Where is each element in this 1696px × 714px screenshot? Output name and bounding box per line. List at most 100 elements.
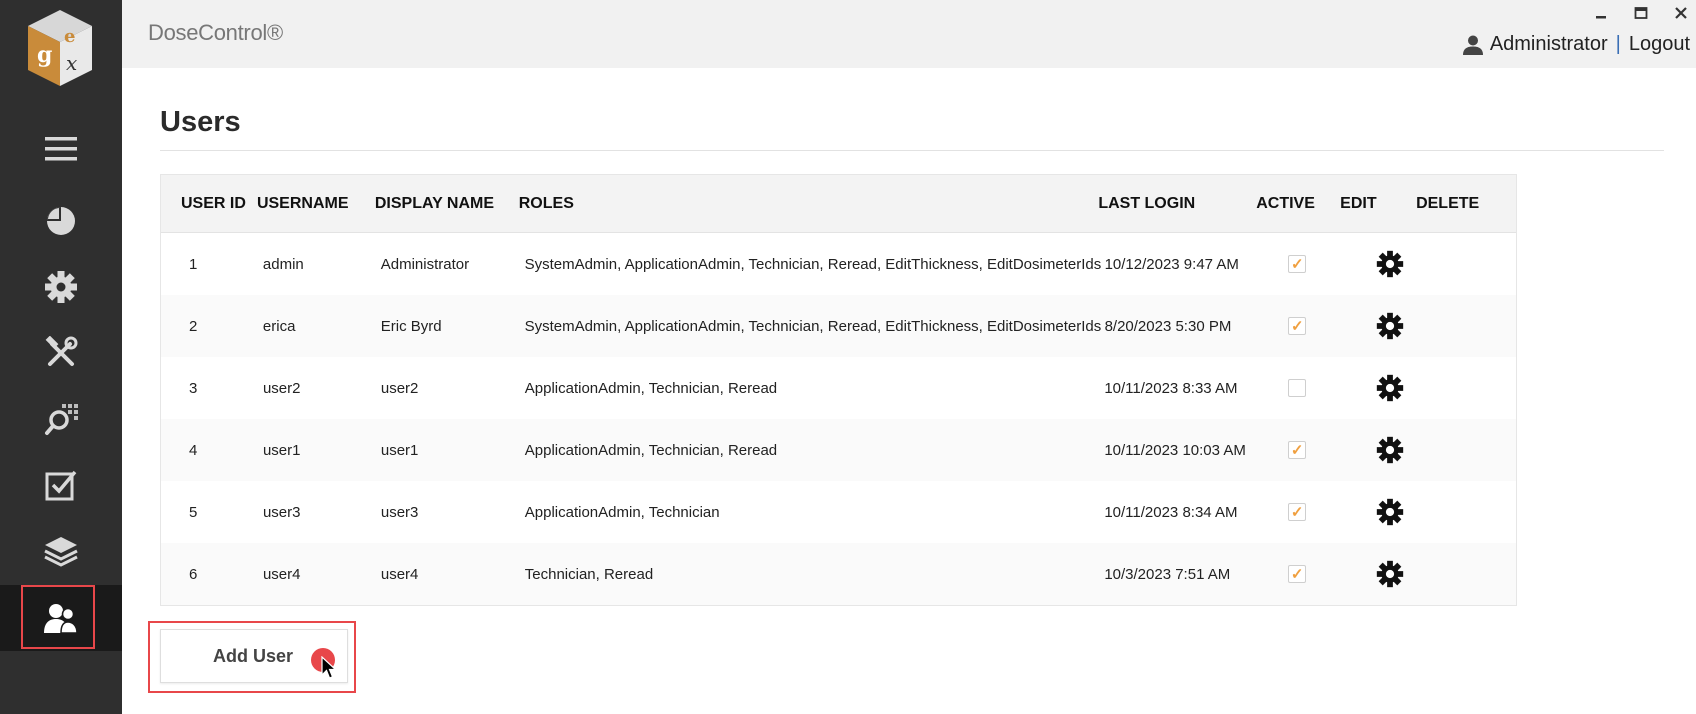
cell-user-id: 5 [189, 503, 198, 521]
users-table: USER ID USERNAME DISPLAY NAME ROLES LAST… [160, 174, 1517, 606]
cell-roles: ApplicationAdmin, Technician, Reread [524, 441, 778, 459]
search-grid-icon [45, 404, 78, 435]
edit-gear-icon[interactable] [1376, 312, 1404, 340]
cell-display-name: user4 [380, 565, 419, 583]
active-checkbox[interactable]: ✓ [1288, 503, 1307, 521]
cell-username: user1 [262, 441, 301, 459]
edit-gear-icon[interactable] [1376, 498, 1404, 526]
cell-last-login: 10/11/2023 8:34 AM [1104, 503, 1238, 521]
app-title: DoseControl® [148, 20, 283, 45]
header-display-name[interactable]: DISPLAY NAME [369, 195, 513, 213]
edit-gear-icon[interactable] [1376, 436, 1404, 464]
active-highlight [21, 585, 95, 649]
close-button[interactable] [1672, 4, 1690, 22]
cell-roles: SystemAdmin, ApplicationAdmin, Technicia… [524, 317, 1102, 335]
cell-roles: Technician, Reread [524, 565, 654, 583]
edit-gear-icon[interactable] [1376, 374, 1404, 402]
hamburger-icon [45, 137, 77, 161]
user-icon [1462, 35, 1483, 55]
tools-icon [45, 336, 78, 366]
user-area: Administrator | Logout [1462, 33, 1690, 56]
sidebar-item-layers[interactable] [0, 520, 122, 582]
maximize-icon [1634, 7, 1648, 19]
table-row[interactable]: 1 admin Administrator SystemAdmin, Applicat… [161, 233, 1516, 295]
table-row[interactable]: 3 user2 user2 ApplicationAdmin, Technician,… [161, 357, 1516, 419]
logo-letter-x: x [66, 51, 77, 75]
sidebar-item-tasks[interactable] [0, 454, 122, 516]
header-user-id[interactable]: USER ID [161, 195, 251, 213]
cell-username: admin [262, 255, 304, 273]
checkbox-icon [45, 470, 77, 501]
cell-user-id: 4 [189, 441, 198, 459]
cell-last-login: 10/12/2023 9:47 AM [1104, 255, 1239, 273]
header-delete: DELETE [1416, 194, 1480, 212]
cell-username: user4 [262, 565, 301, 583]
cell-user-id: 1 [189, 255, 198, 273]
active-checkbox[interactable]: ✓ [1288, 441, 1307, 459]
check-icon: ✓ [1290, 441, 1304, 459]
table-body: 1 admin Administrator SystemAdmin, Applicat… [161, 233, 1516, 605]
header-username[interactable]: USERNAME [251, 195, 369, 213]
header-edit: EDIT [1340, 194, 1377, 212]
check-icon: ✓ [1291, 255, 1304, 273]
cell-display-name: user2 [380, 379, 419, 397]
gear-icon [45, 271, 77, 303]
cell-roles: ApplicationAdmin, Technician [524, 503, 720, 521]
logo-letter-e: e [64, 26, 75, 47]
logout-link[interactable]: Logout [1629, 33, 1690, 56]
table-row[interactable]: 2 erica Eric Byrd SystemAdmin, ApplicationA… [161, 295, 1516, 357]
sidebar-item-settings[interactable] [0, 256, 122, 318]
layers-icon [44, 537, 78, 567]
table-row[interactable]: 4 user1 user1 ApplicationAdmin, Technician,… [161, 419, 1516, 481]
cell-username: user3 [262, 503, 301, 521]
cell-username: user2 [262, 379, 301, 397]
table-row[interactable]: 6 user4 user4 Technician, Reread 10/3/2023 7… [161, 543, 1516, 605]
cell-last-login: 10/11/2023 10:03 AM [1104, 441, 1246, 459]
close-icon [1675, 7, 1687, 19]
cell-username: erica [262, 317, 296, 335]
cell-user-id: 6 [189, 565, 198, 583]
active-checkbox[interactable]: ✓ [1288, 317, 1307, 335]
check-icon: ✓ [1290, 503, 1304, 521]
maximize-button[interactable] [1632, 4, 1650, 22]
table-header: USER ID USERNAME DISPLAY NAME ROLES LAST… [161, 175, 1516, 233]
sidebar-item-dashboard[interactable] [0, 190, 122, 252]
pie-chart-icon [47, 207, 75, 235]
top-bar: DoseControl® Administrator | Logout [122, 0, 1696, 68]
gex-logo: g e x [24, 6, 96, 90]
cell-display-name: user1 [380, 441, 419, 459]
table-row[interactable]: 5 user3 user3 ApplicationAdmin, Technician 1… [161, 481, 1516, 543]
current-user-name: Administrator [1489, 33, 1608, 55]
header-roles[interactable]: ROLES [513, 195, 1093, 213]
sidebar: g e x [0, 0, 122, 714]
sidebar-item-users[interactable] [0, 585, 122, 651]
minimize-icon [1596, 16, 1606, 19]
active-checkbox[interactable]: ✓ [1288, 255, 1307, 273]
cell-user-id: 2 [189, 317, 198, 335]
sidebar-item-tools[interactable] [0, 322, 122, 384]
cell-roles: SystemAdmin, ApplicationAdmin, Technicia… [524, 255, 1102, 273]
check-icon: ✓ [1291, 317, 1304, 335]
cell-roles: ApplicationAdmin, Technician, Reread [524, 379, 778, 397]
active-checkbox[interactable]: ✓ [1288, 565, 1307, 583]
cell-last-login: 10/11/2023 8:33 AM [1104, 379, 1238, 397]
minimize-button[interactable] [1592, 4, 1610, 22]
add-user-label: Add User [213, 645, 294, 666]
sidebar-item-search[interactable] [0, 388, 122, 450]
cell-user-id: 3 [189, 379, 198, 397]
page-title: Users [160, 106, 241, 138]
cell-display-name: user3 [380, 503, 419, 521]
edit-gear-icon[interactable] [1376, 250, 1404, 278]
header-active[interactable]: ACTIVE [1250, 195, 1334, 213]
mouse-cursor-icon [321, 656, 337, 679]
active-checkbox[interactable] [1288, 379, 1307, 397]
header-last-login[interactable]: LAST LOGIN [1092, 195, 1250, 213]
title-divider [160, 150, 1664, 151]
cell-last-login: 8/20/2023 5:30 PM [1104, 317, 1232, 335]
window-controls [1592, 4, 1690, 22]
cell-display-name: Administrator [380, 255, 470, 273]
header-separator: | [1615, 33, 1621, 55]
logo-letter-g: g [37, 42, 52, 68]
sidebar-item-menu[interactable] [0, 118, 122, 180]
edit-gear-icon[interactable] [1376, 560, 1404, 588]
